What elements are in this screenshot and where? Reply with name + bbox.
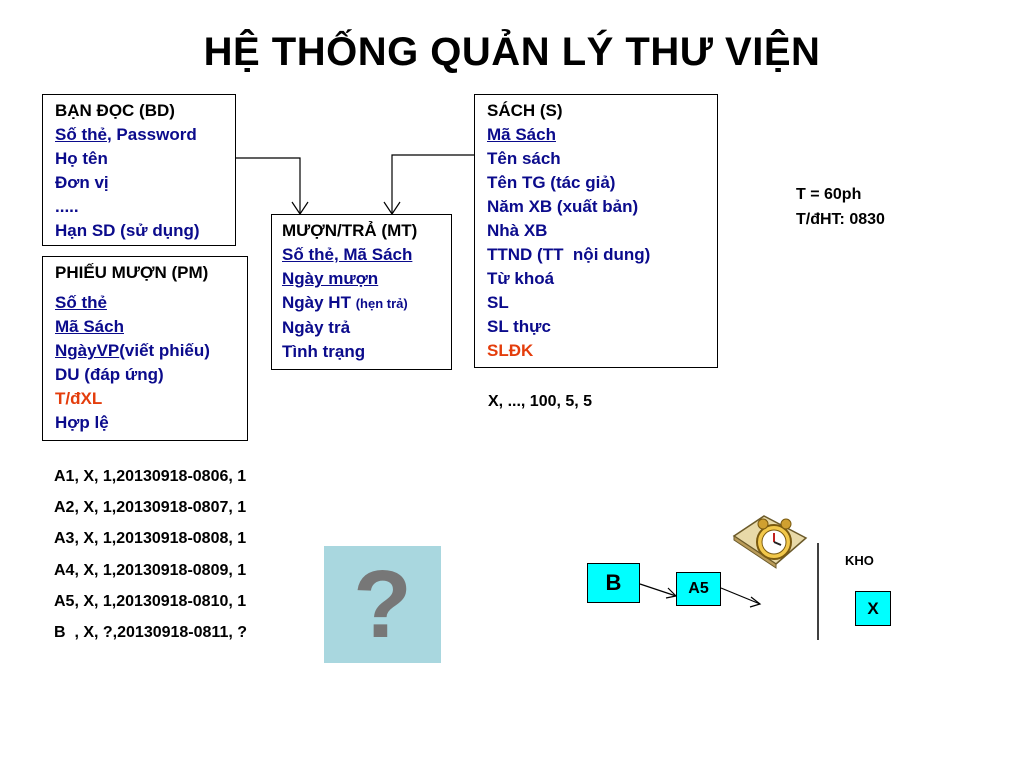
- record-line: B , X, ?,20130918-0811, ?: [54, 624, 248, 641]
- kho-label: KHO: [845, 553, 874, 568]
- sach-sldk: SLĐK: [487, 341, 534, 360]
- ban-doc-password: , Password: [106, 125, 197, 144]
- sach-tu-khoa: Từ khoá: [487, 269, 555, 288]
- arrow-a5-out: [720, 587, 761, 605]
- ban-doc-don-vi: Đơn vị: [55, 173, 109, 192]
- entity-sach: SÁCH (S) Mã Sách Tên sách Tên TG (tác gi…: [474, 94, 718, 368]
- phieu-muon-ngay-vp-key: NgàyVP: [55, 341, 120, 360]
- sach-ten-tg: Tên TG (tác giả): [487, 173, 616, 192]
- note-sample: X, ..., 100, 5, 5: [488, 393, 593, 410]
- phieu-muon-ngay-vp-note: (viết phiếu): [119, 341, 210, 360]
- muon-tra-ngay-ht-label: Ngày HT: [282, 293, 351, 312]
- record-line: A2, X, 1,20130918-0807, 1: [54, 499, 247, 516]
- sach-header: SÁCH (S): [487, 101, 563, 120]
- phieu-muon-ngay-vp: NgàyVP(viết phiếu): [55, 339, 239, 363]
- flow-box-a5: A5: [676, 572, 721, 606]
- flow-a5-label: A5: [688, 580, 709, 597]
- muon-tra-ngay-muon: Ngày mượn: [282, 269, 379, 288]
- sach-nha-xb: Nhà XB: [487, 221, 548, 240]
- alarm-clock-icon: [732, 515, 808, 569]
- muon-tra-header: MƯỢN/TRẢ (MT): [282, 221, 418, 240]
- entity-muon-tra: MƯỢN/TRẢ (MT) Số thẻ, Mã Sách Ngày mượn …: [271, 214, 452, 370]
- sach-sl: SL: [487, 293, 509, 312]
- sach-ttnd: TTND (TT nội dung): [487, 245, 651, 264]
- flow-b-label: B: [605, 570, 622, 595]
- phieu-muon-so-the: Số thẻ: [55, 293, 107, 312]
- sach-sl-thuc: SL thực: [487, 317, 551, 336]
- entity-phieu-muon: PHIẾU MƯỢN (PM) Số thẻ Mã Sách NgàyVP(vi…: [42, 256, 248, 441]
- phieu-muon-t-dxl: T/đXL: [55, 389, 103, 408]
- muon-tra-ngay-ht-note: (hẹn trả): [355, 296, 408, 311]
- sach-ten-sach: Tên sách: [487, 149, 561, 168]
- ban-doc-so-the: Số thẻ: [55, 125, 107, 144]
- phieu-muon-header: PHIẾU MƯỢN (PM): [55, 263, 209, 282]
- record-line: A1, X, 1,20130918-0806, 1: [54, 468, 247, 485]
- muon-tra-ngay-ht: Ngày HT (hẹn trả): [282, 291, 443, 316]
- flow-box-x: X: [855, 591, 891, 626]
- question-mark: ?: [353, 550, 412, 658]
- phieu-muon-ma-sach: Mã Sách: [55, 317, 124, 336]
- sach-nam-xb: Năm XB (xuất bản): [487, 197, 639, 216]
- sach-ma-sach: Mã Sách: [487, 125, 556, 144]
- record-line: A4, X, 1,20130918-0809, 1: [54, 562, 247, 579]
- ban-doc-dots: .....: [55, 197, 79, 216]
- flow-box-b: B: [587, 563, 640, 603]
- note-t: T = 60ph: [796, 186, 862, 203]
- entity-ban-doc: BẠN ĐỌC (BD) Số thẻ, Password Họ tên Đơn…: [42, 94, 236, 246]
- bd-mt-line: [236, 157, 301, 214]
- question-box: ?: [324, 546, 441, 663]
- muon-tra-tinh-trang: Tình trạng: [282, 342, 366, 361]
- flow-x-label: X: [867, 598, 879, 618]
- muon-tra-ngay-tra: Ngày trả: [282, 318, 351, 337]
- ban-doc-ho-ten: Họ tên: [55, 149, 108, 168]
- phieu-muon-du: DU (đáp ứng): [55, 365, 164, 384]
- s-mt-line: [391, 154, 474, 214]
- ban-doc-key: Số thẻ, Password: [55, 123, 227, 147]
- record-line: A3, X, 1,20130918-0808, 1: [54, 530, 247, 547]
- phieu-muon-hop-le: Hợp lệ: [55, 413, 109, 432]
- record-line: A5, X, 1,20130918-0810, 1: [54, 593, 247, 610]
- ban-doc-header: BẠN ĐỌC (BD): [55, 101, 175, 120]
- note-t-dht: T/đHT: 0830: [796, 211, 885, 228]
- ban-doc-han-sd: Hạn SD (sử dụng): [55, 221, 200, 240]
- muon-tra-key: Số thẻ, Mã Sách: [282, 245, 413, 264]
